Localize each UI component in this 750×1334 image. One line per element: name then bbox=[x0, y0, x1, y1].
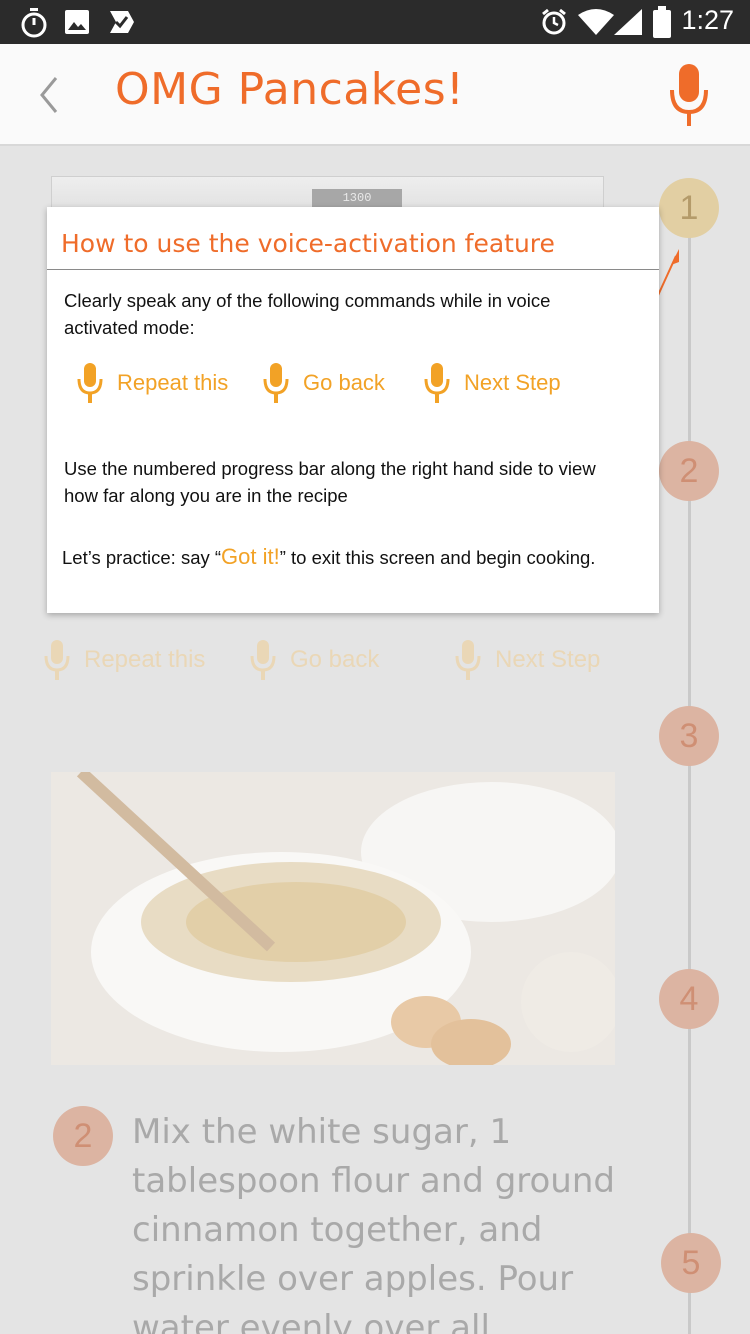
voice-command-back: Go back bbox=[263, 363, 385, 403]
voice-command-label: Next Step bbox=[464, 370, 561, 395]
dialog-practice-text: Let’s practice: say “Got it!” to exit th… bbox=[62, 543, 662, 571]
progress-step-4[interactable]: 4 bbox=[659, 969, 719, 1029]
alarm-icon bbox=[542, 8, 566, 35]
progress-step-3[interactable]: 3 bbox=[659, 706, 719, 766]
background-command-back: Go back bbox=[250, 640, 379, 680]
voice-command-label: Repeat this bbox=[117, 370, 229, 395]
image-icon bbox=[65, 10, 89, 34]
background-command-next: Next Step bbox=[455, 640, 600, 680]
microphone-icon bbox=[455, 640, 481, 680]
signal-icon bbox=[614, 9, 642, 35]
microphone-icon bbox=[77, 363, 103, 403]
voice-help-dialog: How to use the voice-activation feature … bbox=[47, 207, 659, 613]
background-command-label: Repeat this bbox=[84, 646, 206, 673]
dialog-progress-hint: Use the numbered progress bar along the … bbox=[64, 458, 596, 506]
dialog-intro-text: Clearly speak any of the following comma… bbox=[64, 290, 551, 338]
check-icon bbox=[110, 11, 134, 33]
microphone-icon bbox=[424, 363, 450, 403]
chevron-left-icon[interactable] bbox=[34, 74, 64, 116]
voice-command-next: Next Step bbox=[424, 363, 561, 403]
microphone-icon bbox=[263, 363, 289, 403]
background-command-label: Next Step bbox=[495, 646, 601, 673]
microphone-icon bbox=[44, 640, 70, 680]
wifi-icon bbox=[578, 9, 614, 35]
app-bar: OMG Pancakes! bbox=[0, 44, 750, 146]
microphone-icon bbox=[250, 640, 276, 680]
practice-suffix: ” to exit this screen and begin cooking. bbox=[279, 547, 596, 568]
recipe-step-number: 2 bbox=[53, 1106, 113, 1166]
progress-step-1[interactable]: 1 bbox=[659, 178, 719, 238]
progress-step-2[interactable]: 2 bbox=[659, 441, 719, 501]
voice-command-row: Repeat this Go back Next Step bbox=[47, 363, 659, 407]
background-command-repeat: Repeat this bbox=[44, 640, 205, 680]
microphone-icon[interactable] bbox=[668, 64, 710, 128]
battery-icon bbox=[653, 6, 671, 38]
voice-command-repeat: Repeat this bbox=[77, 363, 228, 403]
practice-command: Got it! bbox=[221, 544, 280, 569]
progress-step-5[interactable]: 5 bbox=[661, 1233, 721, 1293]
background-command-label: Go back bbox=[290, 646, 380, 673]
status-bar: 1:27 bbox=[0, 0, 750, 44]
voice-command-label: Go back bbox=[303, 370, 385, 395]
timer-icon bbox=[21, 8, 47, 38]
dialog-divider bbox=[47, 269, 659, 270]
oven-display: 1300 bbox=[312, 189, 402, 207]
page-title: OMG Pancakes! bbox=[115, 64, 465, 115]
mixing-bowl-image bbox=[51, 772, 615, 1065]
background-command-row: Repeat this Go back Next Step bbox=[0, 640, 660, 700]
status-time: 1:27 bbox=[681, 5, 734, 35]
practice-prefix: Let’s practice: say “ bbox=[62, 547, 222, 568]
progress-line bbox=[688, 208, 691, 1334]
dialog-title: How to use the voice-activation feature bbox=[61, 229, 555, 258]
recipe-step-text: Mix the white sugar, 1 tablespoon flour … bbox=[132, 1112, 615, 1334]
